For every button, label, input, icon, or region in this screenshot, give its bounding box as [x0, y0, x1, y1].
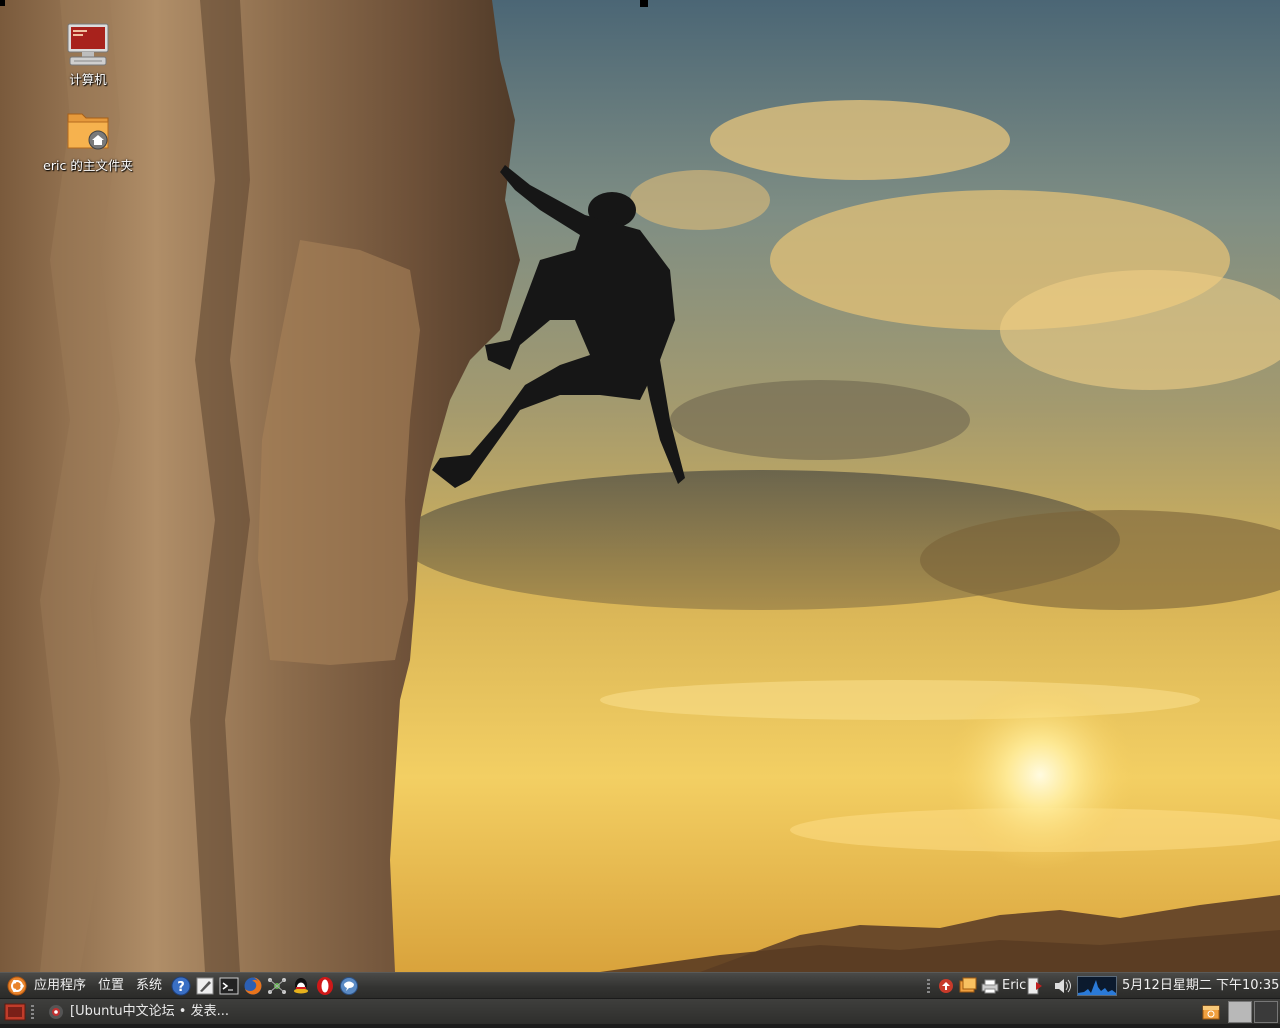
desktop-wallpaper: [0, 0, 1280, 972]
show-desktop-icon[interactable]: [4, 1002, 26, 1022]
home-folder-icon: [64, 108, 112, 154]
qq-icon[interactable]: [291, 976, 311, 996]
trash-icon[interactable]: [1201, 1003, 1221, 1023]
menu-system[interactable]: 系统: [136, 977, 162, 995]
help-icon[interactable]: ?: [171, 976, 191, 996]
wallpaper-art: [0, 0, 1280, 972]
screen-edge-mark: [0, 0, 5, 6]
computer-icon: [64, 22, 112, 68]
bottom-panel: [Ubuntu中文论坛 • 发表...: [0, 998, 1280, 1024]
ubuntu-logo-icon[interactable]: [7, 976, 27, 996]
screen-edge-mark: [640, 0, 648, 7]
firefox-icon[interactable]: [243, 976, 263, 996]
menu-applications[interactable]: 应用程序: [34, 977, 86, 995]
volume-icon[interactable]: [1052, 976, 1074, 996]
opera-icon[interactable]: [315, 976, 335, 996]
desktop-icon-computer[interactable]: 计算机: [28, 22, 148, 88]
panel-drag-handle[interactable]: [31, 1005, 34, 1019]
user-name[interactable]: Eric: [1002, 977, 1026, 995]
desktop-icon-label: eric 的主文件夹: [43, 158, 133, 173]
taskbar-window-label: [Ubuntu中文论坛 • 发表...: [70, 1004, 229, 1019]
terminal-icon[interactable]: [219, 976, 239, 996]
network-icon[interactable]: [267, 976, 287, 996]
system-monitor-icon[interactable]: [1077, 976, 1117, 996]
shutdown-icon[interactable]: [1026, 976, 1044, 996]
browser-window-icon: [48, 1004, 64, 1028]
taskbar-window-button[interactable]: [Ubuntu中文论坛 • 发表...: [40, 1001, 290, 1023]
desktop-icon-home-folder[interactable]: eric 的主文件夹: [28, 108, 148, 174]
chat-icon[interactable]: [339, 976, 359, 996]
svg-text:?: ?: [177, 980, 185, 995]
desktop-icon-label: 计算机: [69, 72, 107, 87]
panel-drag-handle[interactable]: [927, 979, 930, 993]
update-notifier-icon[interactable]: [936, 976, 956, 996]
top-panel: 应用程序 位置 系统 ? Eric 5月12日星期二 下午10:35: [0, 972, 1280, 998]
workspace-2[interactable]: [1254, 1001, 1278, 1023]
clock[interactable]: 5月12日星期二 下午10:35: [1122, 977, 1279, 995]
workspace-1[interactable]: [1228, 1001, 1252, 1023]
text-editor-icon[interactable]: [195, 976, 215, 996]
folder-window-icon[interactable]: [958, 976, 978, 996]
menu-places[interactable]: 位置: [98, 977, 124, 995]
printer-icon[interactable]: [980, 976, 1000, 996]
